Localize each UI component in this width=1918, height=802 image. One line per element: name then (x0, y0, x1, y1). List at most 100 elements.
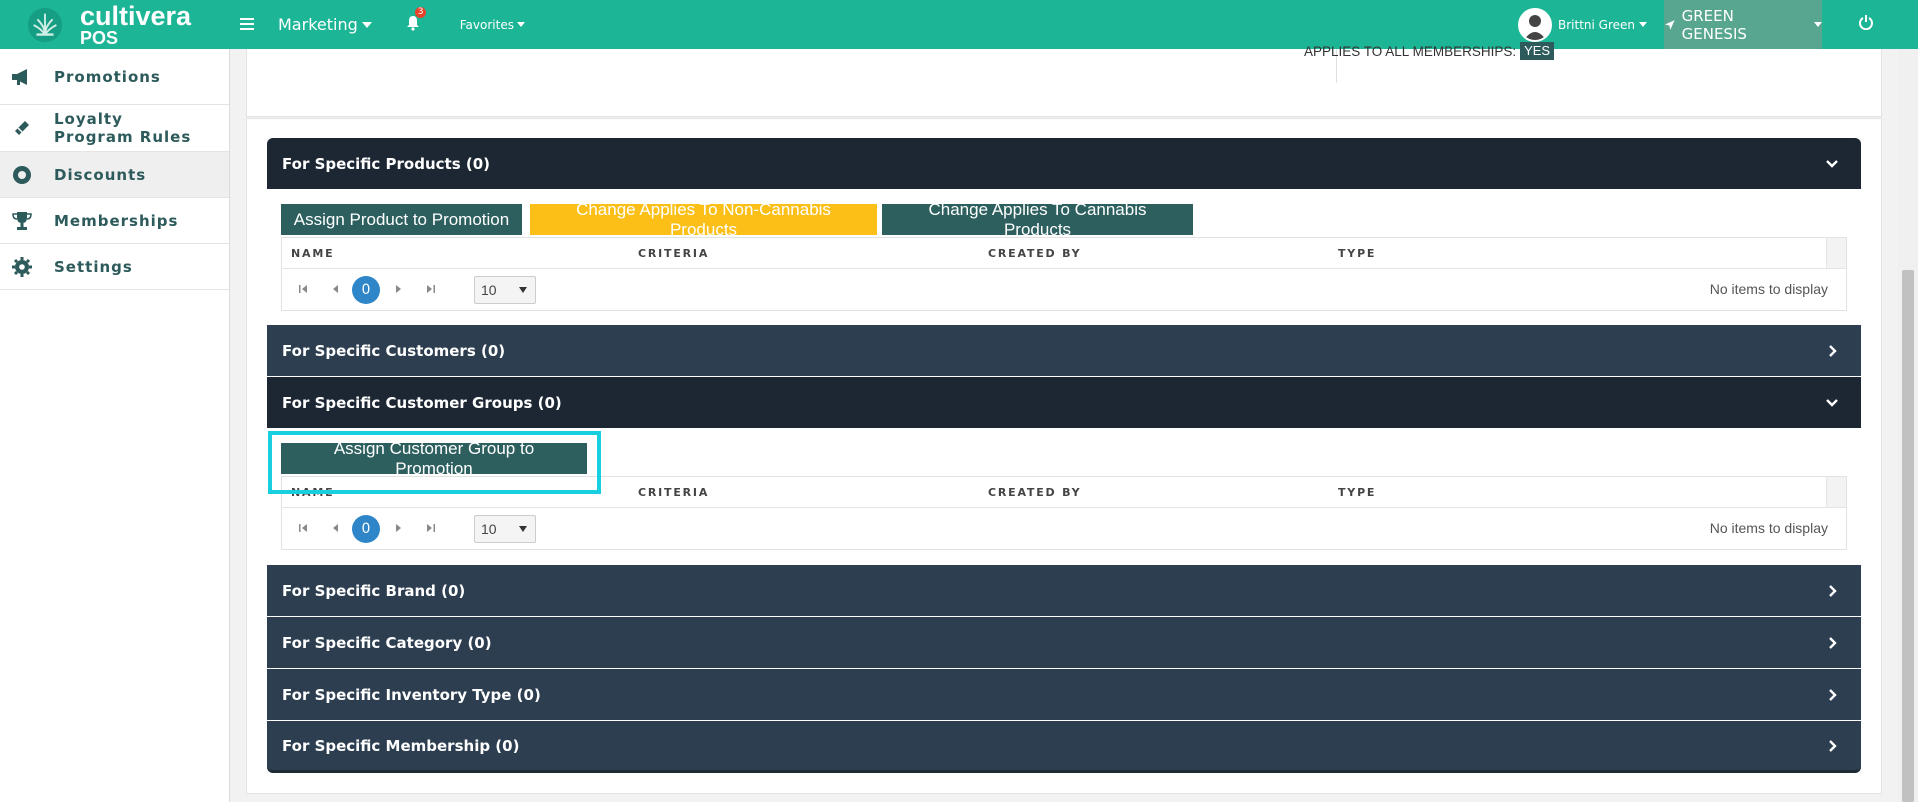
section-specific-customers[interactable]: For Specific Customers (0) (267, 325, 1861, 376)
chevron-down-icon (1826, 398, 1838, 407)
section-title: For Specific Products (0) (282, 154, 491, 173)
gear-icon (10, 255, 34, 279)
chevron-down-icon (1639, 22, 1648, 27)
grid-pager: 0 10 No items to display (282, 269, 1846, 310)
page-size-select[interactable]: 10 (474, 515, 536, 543)
favorites-label: Favorites (459, 17, 514, 32)
sidebar-item-label: Settings (54, 257, 133, 276)
store-name: GREEN GENESIS (1681, 6, 1747, 43)
avatar (1518, 7, 1552, 42)
applies-label: APPLIES TO ALL MEMBERSHIPS: (1304, 43, 1517, 59)
brand-sub: POS (80, 27, 119, 48)
column-header-criteria[interactable]: CRITERIA (638, 486, 709, 499)
trophy-icon (10, 209, 34, 233)
chevron-down-icon (1826, 159, 1838, 168)
column-header-type[interactable]: TYPE (1338, 486, 1376, 499)
sidebar-item-memberships[interactable]: Memberships (0, 198, 229, 244)
section-specific-category[interactable]: For Specific Category (0) (267, 617, 1861, 668)
store-selector[interactable]: GREEN GENESIS (1664, 0, 1822, 49)
chevron-right-icon (1829, 636, 1837, 649)
products-grid: NAME CRITERIA CREATED BY TYPE 0 10 No it… (281, 237, 1847, 311)
customer-groups-panel: Assign Customer Group to Promotion NAME … (267, 428, 1861, 565)
current-page[interactable]: 0 (352, 276, 380, 304)
chevron-down-icon (361, 21, 372, 28)
promotion-summary-card (246, 49, 1882, 117)
products-panel: Assign Product to Promotion Change Appli… (267, 189, 1861, 325)
favorites-dropdown[interactable]: Favorites (460, 18, 525, 32)
last-page-icon[interactable] (426, 522, 436, 534)
section-title: For Specific Inventory Type (0) (282, 685, 541, 704)
assign-product-button[interactable]: Assign Product to Promotion (281, 204, 522, 235)
section-specific-products[interactable]: For Specific Products (0) (267, 138, 1861, 189)
column-header-type[interactable]: TYPE (1338, 247, 1376, 260)
section-title: For Specific Customers (0) (282, 341, 506, 360)
user-name: Brittni Green (1558, 17, 1636, 32)
brand-name: cultivera (80, 0, 192, 31)
section-title: For Specific Category (0) (282, 633, 492, 652)
notification-badge: 3 (414, 6, 427, 18)
section-specific-inventory-type[interactable]: For Specific Inventory Type (0) (267, 669, 1861, 720)
menu-toggle-icon[interactable] (240, 14, 254, 35)
first-page-icon[interactable] (298, 522, 308, 534)
section-specific-membership[interactable]: For Specific Membership (0) (267, 721, 1861, 773)
applies-all-memberships: APPLIES TO ALL MEMBERSHIPS: YES (1304, 42, 1555, 60)
sidebar-item-promotions[interactable]: Promotions (0, 49, 229, 105)
chevron-right-icon (1829, 584, 1837, 597)
chevron-down-icon (519, 287, 527, 293)
sidebar: Promotions Loyalty Program Rules Discoun… (0, 49, 230, 802)
assign-customer-group-button[interactable]: Assign Customer Group to Promotion (281, 439, 587, 478)
next-page-icon[interactable] (394, 283, 404, 295)
customer-groups-grid: NAME CRITERIA CREATED BY TYPE 0 10 No it… (281, 476, 1847, 550)
empty-message: No items to display (1709, 281, 1828, 297)
chevron-right-icon (1829, 739, 1837, 752)
section-specific-customer-groups[interactable]: For Specific Customer Groups (0) (267, 377, 1861, 428)
top-navbar: cultivera POS Marketing 3 Favorites Brit… (0, 0, 1918, 49)
prev-page-icon[interactable] (330, 522, 340, 534)
power-icon[interactable] (1858, 14, 1874, 34)
page-size-value: 10 (481, 282, 497, 298)
sidebar-item-label: Memberships (54, 211, 179, 230)
page-size-select[interactable]: 10 (474, 276, 536, 304)
column-header-criteria[interactable]: CRITERIA (638, 247, 709, 260)
module-dropdown[interactable]: Marketing (278, 15, 372, 34)
grid-pager: 0 10 No items to display (282, 508, 1846, 549)
first-page-icon[interactable] (298, 283, 308, 295)
sidebar-item-settings[interactable]: Settings (0, 244, 229, 290)
megaphone-icon (10, 65, 34, 89)
section-specific-brand[interactable]: For Specific Brand (0) (267, 565, 1861, 616)
logo[interactable]: cultivera POS (0, 0, 210, 49)
cannabis-button[interactable]: Change Applies To Cannabis Products (882, 200, 1193, 239)
last-page-icon[interactable] (426, 283, 436, 295)
column-header-created-by[interactable]: CREATED BY (988, 247, 1081, 260)
next-page-icon[interactable] (394, 522, 404, 534)
scroll-header-stub (1826, 477, 1846, 507)
column-header-created-by[interactable]: CREATED BY (988, 486, 1081, 499)
chevron-right-icon (1829, 344, 1837, 357)
section-title: For Specific Membership (0) (282, 736, 520, 755)
empty-message: No items to display (1709, 520, 1828, 536)
module-label: Marketing (278, 15, 358, 34)
sidebar-item-loyalty-program-rules[interactable]: Loyalty Program Rules (0, 105, 229, 152)
ticket-icon (10, 116, 34, 140)
sidebar-item-label: Loyalty Program Rules (54, 110, 192, 146)
status-badge: YES (1520, 42, 1555, 60)
scroll-header-stub (1826, 238, 1846, 268)
cultivera-leaf-icon (27, 7, 63, 42)
sidebar-item-label: Promotions (54, 67, 161, 86)
notifications-button[interactable]: 3 (406, 6, 427, 35)
column-header-name[interactable]: NAME (291, 247, 334, 260)
badge-icon (10, 163, 34, 187)
non-cannabis-button[interactable]: Change Applies To Non-Cannabis Products (530, 200, 877, 239)
chevron-right-icon (1829, 688, 1837, 701)
prev-page-icon[interactable] (330, 283, 340, 295)
sidebar-item-discounts[interactable]: Discounts (0, 152, 229, 198)
current-page[interactable]: 0 (352, 515, 380, 543)
scrollbar-thumb[interactable] (1902, 270, 1914, 802)
page-size-value: 10 (481, 521, 497, 537)
grid-header: NAME CRITERIA CREATED BY TYPE (282, 238, 1846, 269)
section-title: For Specific Customer Groups (0) (282, 393, 562, 412)
chevron-down-icon (1814, 22, 1822, 27)
chevron-down-icon (516, 22, 525, 27)
section-title: For Specific Brand (0) (282, 581, 466, 600)
column-header-name[interactable]: NAME (291, 486, 334, 499)
